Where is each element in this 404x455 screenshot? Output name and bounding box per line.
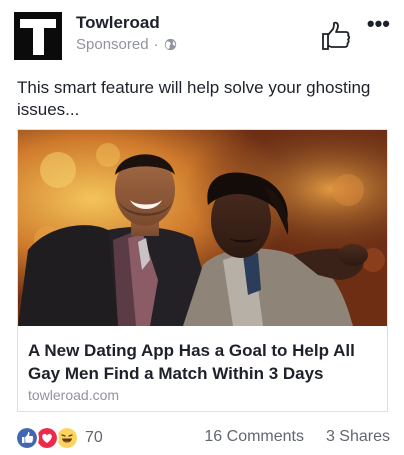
thumbs-up-icon[interactable] <box>320 20 352 52</box>
like-reaction-icon <box>15 426 39 450</box>
post-header: Towleroad Sponsored · ••• <box>14 12 390 62</box>
more-options-icon[interactable]: ••• <box>367 13 390 35</box>
engagement-bar: 70 16 Comments 3 Shares <box>15 426 390 450</box>
shares-count[interactable]: 3 Shares <box>326 428 390 446</box>
logo-t-stem <box>33 26 44 55</box>
link-image[interactable] <box>18 130 387 326</box>
post-text: This smart feature will help solve your … <box>17 78 371 119</box>
page-name[interactable]: Towleroad <box>76 13 160 33</box>
link-domain: towleroad.com <box>28 387 120 403</box>
sponsored-line: Sponsored · <box>76 36 177 53</box>
separator-dot: · <box>153 36 159 53</box>
reaction-count[interactable]: 70 <box>85 429 103 447</box>
comments-count[interactable]: 16 Comments <box>204 428 304 446</box>
page-avatar[interactable] <box>14 12 62 60</box>
link-title[interactable]: A New Dating App Has a Goal to Help All … <box>28 339 380 385</box>
sponsored-label[interactable]: Sponsored <box>76 36 149 53</box>
link-card[interactable]: A New Dating App Has a Goal to Help All … <box>17 129 388 412</box>
globe-icon <box>164 38 176 51</box>
reactions-summary[interactable]: 70 <box>15 426 103 450</box>
photo-two-men <box>18 130 387 326</box>
